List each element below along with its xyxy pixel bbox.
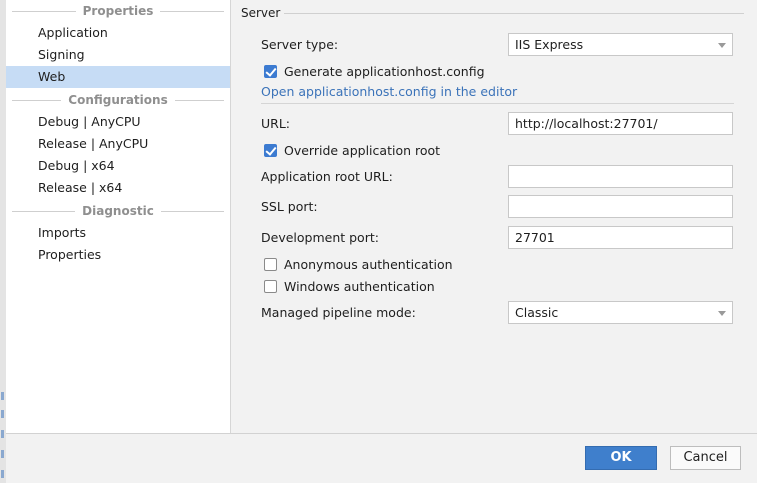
dialog-footer: OK Cancel (6, 433, 757, 483)
pipeline-mode-select[interactable]: Classic (508, 301, 733, 324)
app-root-url-input[interactable] (508, 165, 733, 188)
ok-button[interactable]: OK (585, 446, 657, 470)
group-title-server: Server (241, 6, 281, 20)
dev-port-value: 27701 (515, 230, 555, 245)
sidebar: Properties Application Signing Web Confi… (6, 0, 231, 433)
sidebar-item-web[interactable]: Web (6, 66, 230, 88)
server-type-label: Server type: (261, 37, 339, 52)
edge-marker (1, 470, 4, 478)
windows-auth-checkbox[interactable]: Windows authentication (264, 278, 435, 294)
pipeline-mode-label: Managed pipeline mode: (261, 305, 416, 320)
section-title: Configurations (68, 93, 168, 107)
cancel-button[interactable]: Cancel (670, 446, 741, 470)
dev-port-input[interactable]: 27701 (508, 226, 733, 249)
sidebar-item-signing[interactable]: Signing (6, 44, 230, 66)
sidebar-item-release-anycpu[interactable]: Release | AnyCPU (6, 133, 230, 155)
chevron-down-icon (718, 43, 726, 48)
generate-config-checkbox[interactable]: Generate applicationhost.config (264, 63, 485, 79)
url-label: URL: (261, 116, 291, 131)
section-title: Properties (82, 4, 154, 18)
section-title: Diagnostic (82, 204, 154, 218)
open-config-link[interactable]: Open applicationhost.config in the edito… (261, 84, 517, 99)
chevron-down-icon (718, 311, 726, 316)
section-header-configurations: Configurations (12, 91, 225, 109)
sidebar-item-properties[interactable]: Properties (6, 244, 230, 266)
url-input[interactable]: http://localhost:27701/ (508, 112, 733, 135)
divider (261, 103, 734, 104)
ssl-port-label: SSL port: (261, 199, 318, 214)
checkbox-unchecked-icon (264, 279, 277, 293)
edge-marker (1, 410, 4, 418)
edge-marker (1, 392, 4, 400)
sidebar-item-debug-x64[interactable]: Debug | x64 (6, 155, 230, 177)
generate-config-label: Generate applicationhost.config (284, 63, 485, 79)
server-settings-panel: Server Server type: IIS Express Generate… (231, 0, 757, 433)
sidebar-item-application[interactable]: Application (6, 22, 230, 44)
section-header-properties: Properties (12, 2, 225, 20)
checkbox-checked-icon (264, 143, 277, 157)
sidebar-item-imports[interactable]: Imports (6, 222, 230, 244)
group-separator (284, 13, 744, 14)
windows-auth-label: Windows authentication (284, 278, 435, 294)
override-root-label: Override application root (284, 142, 441, 158)
override-root-checkbox[interactable]: Override application root (264, 142, 440, 158)
edge-marker (1, 430, 4, 438)
ssl-port-input[interactable] (508, 195, 733, 218)
url-value: http://localhost:27701/ (515, 116, 658, 131)
pipeline-mode-value: Classic (515, 305, 559, 320)
checkbox-unchecked-icon (264, 257, 277, 271)
sidebar-item-release-x64[interactable]: Release | x64 (6, 177, 230, 199)
app-root-url-label: Application root URL: (261, 169, 393, 184)
section-header-diagnostic: Diagnostic (12, 202, 224, 220)
anonymous-auth-checkbox[interactable]: Anonymous authentication (264, 256, 453, 272)
checkbox-checked-icon (264, 64, 277, 78)
server-type-select[interactable]: IIS Express (508, 33, 733, 56)
anonymous-auth-label: Anonymous authentication (284, 256, 453, 272)
server-type-value: IIS Express (515, 37, 584, 52)
sidebar-item-debug-anycpu[interactable]: Debug | AnyCPU (6, 111, 230, 133)
edge-marker (1, 450, 4, 458)
dev-port-label: Development port: (261, 230, 379, 245)
